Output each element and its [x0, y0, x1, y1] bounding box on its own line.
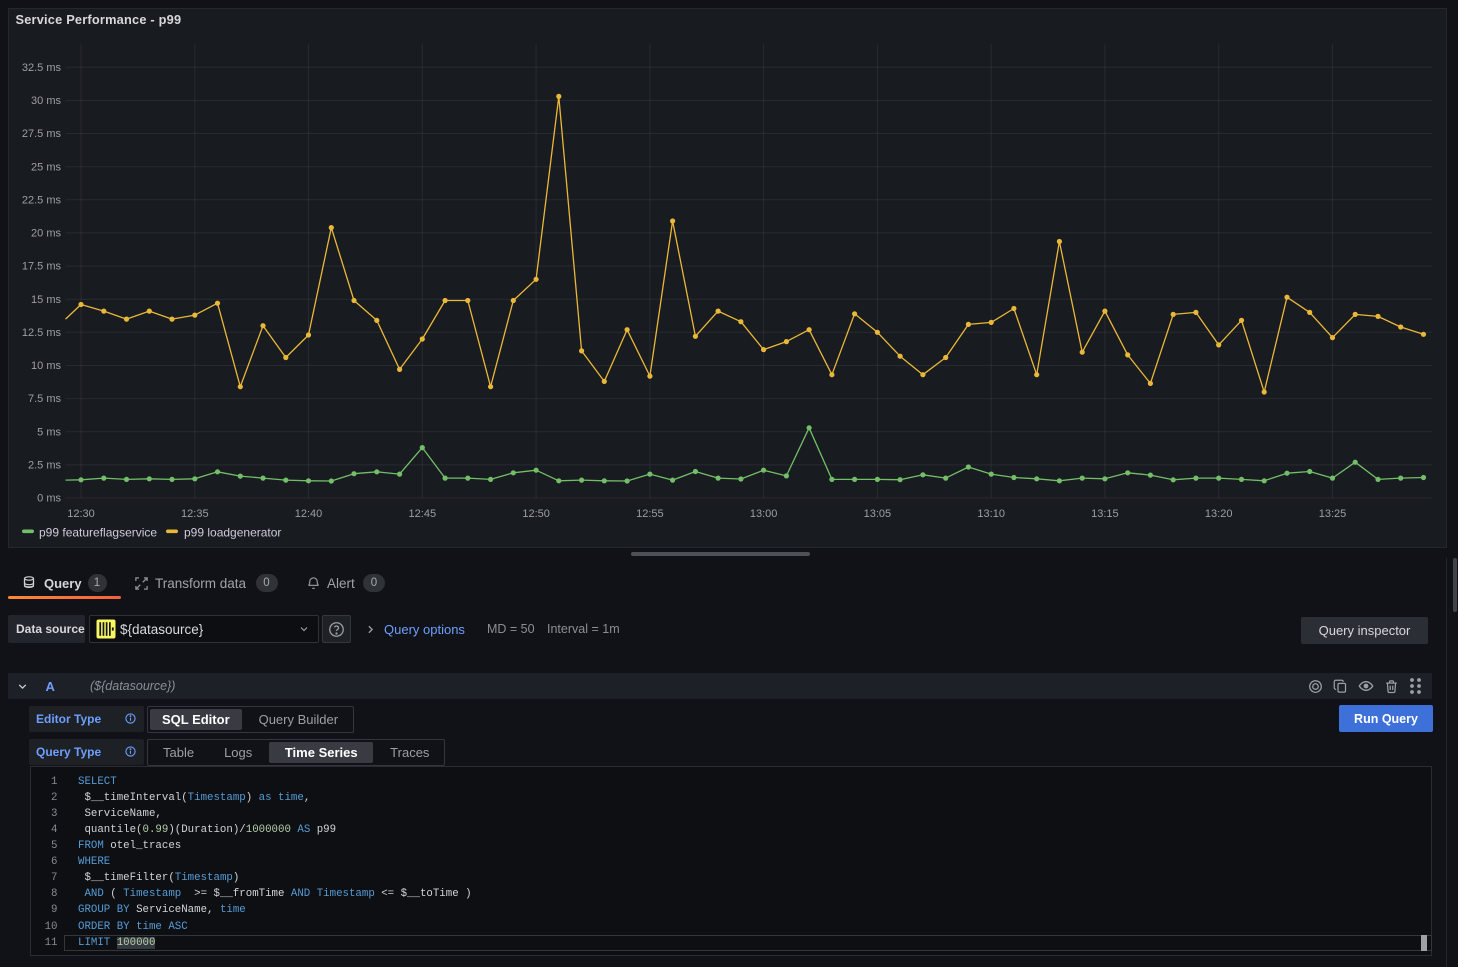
svg-text:27.5 ms: 27.5 ms	[22, 128, 62, 140]
svg-text:p99 loadgenerator: p99 loadgenerator	[184, 526, 281, 540]
svg-text:20 ms: 20 ms	[31, 228, 61, 240]
svg-text:5 ms: 5 ms	[37, 426, 61, 438]
svg-text:30 ms: 30 ms	[31, 95, 61, 107]
svg-text:12:45: 12:45	[409, 508, 437, 520]
svg-text:32.5 ms: 32.5 ms	[22, 62, 62, 74]
svg-text:13:10: 13:10	[977, 508, 1005, 520]
svg-text:13:00: 13:00	[750, 508, 778, 520]
svg-text:2.5 ms: 2.5 ms	[28, 460, 62, 472]
svg-text:15 ms: 15 ms	[31, 294, 61, 306]
svg-text:0 ms: 0 ms	[37, 493, 61, 505]
svg-text:13:05: 13:05	[864, 508, 892, 520]
svg-text:12:40: 12:40	[295, 508, 323, 520]
svg-text:13:15: 13:15	[1091, 508, 1119, 520]
svg-text:12:35: 12:35	[181, 508, 209, 520]
svg-text:12:55: 12:55	[636, 508, 664, 520]
svg-text:7.5 ms: 7.5 ms	[28, 393, 62, 405]
svg-text:13:25: 13:25	[1319, 508, 1347, 520]
svg-text:13:20: 13:20	[1205, 508, 1233, 520]
svg-text:25 ms: 25 ms	[31, 161, 61, 173]
svg-text:17.5 ms: 17.5 ms	[22, 261, 62, 273]
svg-text:10 ms: 10 ms	[31, 360, 61, 372]
svg-text:p99 featureflagservice: p99 featureflagservice	[39, 526, 157, 540]
svg-text:12:30: 12:30	[67, 508, 95, 520]
svg-text:12.5 ms: 12.5 ms	[22, 327, 62, 339]
svg-text:22.5 ms: 22.5 ms	[22, 194, 62, 206]
svg-text:12:50: 12:50	[522, 508, 550, 520]
